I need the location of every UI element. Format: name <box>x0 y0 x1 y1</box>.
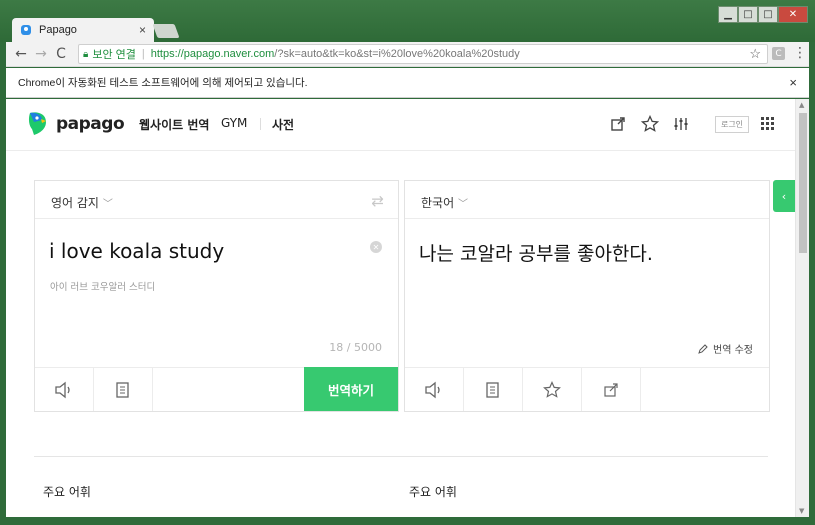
new-tab-button[interactable] <box>152 24 180 38</box>
tab-title: Papago <box>39 24 77 36</box>
target-listen-button[interactable] <box>405 368 464 411</box>
browser-window: Papago × ▁ □ □ ✕ ← → C 🔒︎ 보안 연결 | https:… <box>0 0 815 525</box>
share-icon[interactable] <box>608 114 628 134</box>
edit-translation-button[interactable]: 번역 수정 <box>697 341 753 356</box>
target-actions <box>405 367 769 411</box>
nav-separator <box>260 118 261 130</box>
source-listen-button[interactable] <box>35 368 94 411</box>
speaker-icon <box>425 381 440 398</box>
automation-infobar: Chrome이 자동화된 테스트 소프트웨어에 의해 제어되고 있습니다. × <box>6 68 809 98</box>
url-host: https://papago.naver.com <box>150 48 275 60</box>
chevron-down-icon: ﹀ <box>102 199 113 210</box>
source-copy-button[interactable] <box>94 368 153 411</box>
papago-page: papago 웹사이트 번역 GYM 사전 로그인 영어 감지 ﹀ ⇄ i lo… <box>6 99 795 517</box>
favorite-star-icon[interactable] <box>640 114 660 134</box>
bookmark-star-icon[interactable]: ☆ <box>749 46 761 62</box>
url-path: /?sk=auto&tk=ko&st=i%20love%20koala%20st… <box>274 48 520 60</box>
papago-logo[interactable]: papago <box>26 111 125 137</box>
chevron-down-icon: ﹀ <box>457 199 468 210</box>
scroll-down-icon[interactable]: ▼ <box>799 507 804 515</box>
extension-icon[interactable]: C <box>772 47 785 60</box>
source-text-input[interactable]: i love koala study <box>49 239 224 263</box>
minimize-button[interactable]: ▁ <box>718 6 738 23</box>
swap-languages-icon[interactable]: ⇄ <box>371 192 384 210</box>
forward-button[interactable]: → <box>32 44 50 64</box>
target-favorite-button[interactable] <box>523 368 582 411</box>
target-copy-button[interactable] <box>464 368 523 411</box>
papago-parrot-icon <box>28 112 46 135</box>
side-panel-toggle[interactable]: ‹ <box>773 180 795 212</box>
source-panel: 영어 감지 ﹀ ⇄ i love koala study ✕ 아이 러브 코우알… <box>34 180 399 412</box>
infobar-text: Chrome이 자동화된 테스트 소프트웨어에 의해 제어되고 있습니다. <box>18 77 308 89</box>
papago-favicon-icon <box>21 25 31 35</box>
nav-website-translate[interactable]: 웹사이트 번역 <box>139 116 209 133</box>
speaker-icon <box>55 381 70 398</box>
source-language-select[interactable]: 영어 감지 ﹀ <box>51 194 113 211</box>
language-divider <box>35 218 398 219</box>
tab-close-icon[interactable]: × <box>139 23 146 37</box>
lock-icon: 🔒︎ <box>83 48 89 60</box>
maximize-button[interactable]: □ <box>738 6 758 23</box>
site-header: papago 웹사이트 번역 GYM 사전 로그인 <box>6 99 795 151</box>
document-icon <box>486 381 499 398</box>
character-count: 18 / 5000 <box>329 341 382 354</box>
settings-sliders-icon[interactable] <box>671 114 691 134</box>
chevron-left-icon: ‹ <box>781 189 787 203</box>
document-icon <box>116 381 129 398</box>
logo-text: papago <box>56 114 125 134</box>
target-panel: 한국어 ﹀ 나는 코알라 공부를 좋아한다. 번역 수정 <box>404 180 770 412</box>
nav-gym[interactable]: GYM <box>221 116 247 130</box>
login-button[interactable]: 로그인 <box>715 116 749 133</box>
title-bar: Papago × ▁ □ □ ✕ <box>0 0 815 42</box>
star-icon <box>543 380 561 398</box>
omnibox-separator: | <box>141 48 145 60</box>
pencil-icon <box>698 343 708 354</box>
reload-button[interactable]: C <box>52 44 70 64</box>
scrollbar-thumb[interactable] <box>799 113 807 253</box>
share-icon <box>604 382 618 397</box>
browser-toolbar: ← → C 🔒︎ 보안 연결 | https://papago.naver.co… <box>6 42 809 67</box>
address-bar[interactable]: 🔒︎ 보안 연결 | https://papago.naver.com /?sk… <box>78 44 768 64</box>
source-pronunciation: 아이 러브 코우알러 스터디 <box>50 282 156 293</box>
target-language-select[interactable]: 한국어 ﹀ <box>421 194 468 211</box>
page-scrollbar[interactable]: ▲ ▼ <box>795 99 809 517</box>
clear-text-icon[interactable]: ✕ <box>370 241 382 253</box>
section-divider <box>34 456 768 457</box>
security-label: 보안 연결 <box>92 49 136 61</box>
browser-tab[interactable]: Papago × <box>12 18 154 42</box>
translated-text: 나는 코알라 공부를 좋아한다. <box>419 243 653 265</box>
browser-menu-icon[interactable]: ⋮ <box>793 45 807 61</box>
key-vocab-title-left: 주요 어휘 <box>43 485 91 499</box>
translate-button[interactable]: 번역하기 <box>304 367 398 411</box>
language-divider <box>405 218 769 219</box>
scroll-up-icon[interactable]: ▲ <box>799 101 804 109</box>
apps-grid-icon[interactable] <box>761 117 774 130</box>
window-close-button[interactable]: ✕ <box>778 6 808 23</box>
back-button[interactable]: ← <box>12 44 30 64</box>
key-vocab-title-right: 주요 어휘 <box>409 485 457 499</box>
nav-dictionary[interactable]: 사전 <box>272 116 294 133</box>
infobar-close-icon[interactable]: × <box>789 75 797 90</box>
target-share-button[interactable] <box>582 368 641 411</box>
restore-button[interactable]: □ <box>758 6 778 23</box>
